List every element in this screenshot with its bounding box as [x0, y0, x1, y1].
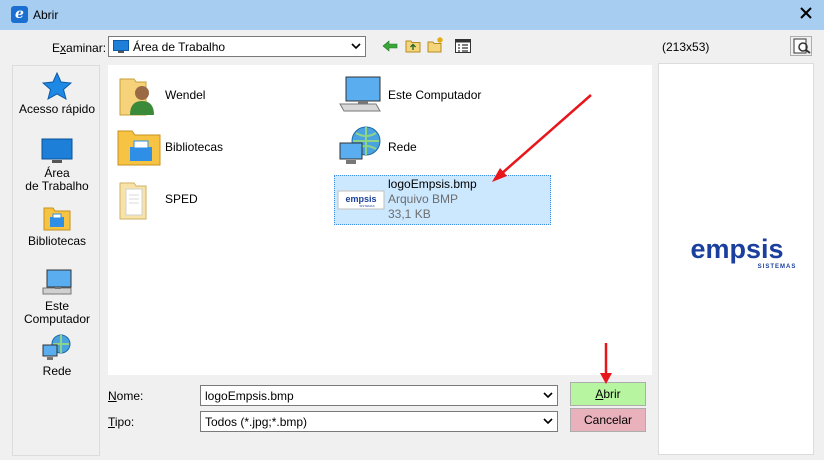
item-name: Bibliotecas [165, 140, 224, 154]
file-list: Wendel Este Computador Bibliotecas Rede … [108, 65, 652, 375]
user-folder-icon [119, 78, 154, 116]
file-name-combobox[interactable]: logoEmpsis.bmp [200, 385, 558, 406]
place-label: Acesso rápido [18, 102, 96, 116]
file-type-combobox[interactable]: Todos (*.jpg;*.bmp) [200, 411, 558, 432]
place-network[interactable]: Rede [13, 334, 101, 378]
svg-text:SISTEMAS: SISTEMAS [359, 204, 374, 208]
preview-toggle-button[interactable] [790, 36, 812, 56]
open-dialog: Examinar: Área de Trabalho Acesso rápido… [0, 30, 824, 460]
svg-text:empsis: empsis [690, 234, 783, 264]
place-label: Rede [42, 364, 72, 378]
place-quick-access[interactable]: Acesso rápido [13, 72, 101, 116]
preview-pane: empsis SISTEMAS [658, 63, 814, 455]
item-name: SPED [165, 192, 198, 206]
list-item-sped[interactable]: SPED [116, 175, 316, 223]
libraries-folder-icon [117, 130, 161, 166]
close-icon [800, 7, 812, 19]
look-in-dropdown-arrow[interactable] [347, 37, 365, 56]
place-label: de Trabalho [25, 179, 89, 193]
file-name-value[interactable]: logoEmpsis.bmp [205, 389, 294, 403]
places-bar: Acesso rápido Área de Trabalho Bibliotec… [12, 65, 100, 456]
place-label: Bibliotecas [27, 234, 87, 248]
preview-icon [793, 38, 811, 54]
place-desktop[interactable]: Área de Trabalho [13, 138, 101, 193]
desktop-small-icon [113, 40, 129, 53]
place-label: Este Computador [23, 299, 91, 326]
item-size: 33,1 KB [388, 207, 431, 221]
libraries-icon [43, 207, 71, 231]
list-item-libraries[interactable]: Bibliotecas [116, 123, 316, 171]
look-in-combobox[interactable]: Área de Trabalho [108, 36, 366, 57]
details-view-icon [455, 39, 471, 53]
look-in-label: Examinar: [52, 41, 107, 55]
file-type-dropdown-arrow[interactable] [539, 412, 557, 431]
view-menu-button[interactable] [455, 39, 473, 57]
folder-icon [119, 182, 147, 220]
look-in-value: Área de Trabalho [133, 40, 226, 54]
list-item-this-pc[interactable]: Este Computador [336, 71, 556, 119]
cancel-button[interactable]: Cancelar [570, 408, 646, 432]
bmp-thumbnail-icon: empsis SISTEMAS [337, 190, 385, 210]
up-folder-button[interactable] [405, 38, 423, 56]
window-title: Abrir [33, 8, 59, 22]
svg-text:empsis: empsis [345, 194, 376, 204]
network-icon [42, 334, 71, 360]
star-icon [42, 72, 72, 100]
desktop-icon [41, 138, 73, 163]
back-arrow-icon [382, 40, 398, 52]
computer-icon [42, 269, 72, 295]
computer-icon [339, 76, 381, 112]
new-folder-icon [427, 37, 443, 53]
back-button[interactable] [382, 39, 400, 57]
file-name-label: Nome: [108, 389, 144, 403]
empsis-logo: empsis SISTEMAS [690, 234, 797, 270]
network-icon [339, 126, 381, 164]
chevron-down-icon [543, 392, 553, 399]
new-folder-button[interactable] [427, 36, 445, 54]
preview-dimensions: (213x53) [662, 40, 710, 54]
svg-text:SISTEMAS: SISTEMAS [758, 264, 797, 270]
item-name: Rede [388, 140, 417, 154]
item-name: Este Computador [388, 88, 482, 102]
place-this-pc[interactable]: Este Computador [13, 269, 101, 326]
title-bar: e Abrir [0, 0, 824, 30]
list-item-network[interactable]: Rede [336, 123, 556, 171]
item-name: logoEmpsis.bmp [388, 177, 477, 191]
app-icon: e [11, 6, 28, 23]
open-button[interactable]: Abrir [570, 382, 646, 406]
file-type-value: Todos (*.jpg;*.bmp) [205, 415, 308, 429]
chevron-down-icon [543, 418, 553, 425]
up-folder-icon [405, 40, 421, 53]
list-item-wendel[interactable]: Wendel [116, 71, 316, 119]
place-libraries[interactable]: Bibliotecas [13, 204, 101, 248]
item-type: Arquivo BMP [388, 192, 459, 206]
chevron-down-icon [351, 43, 361, 50]
file-type-label: Tipo: [108, 415, 135, 429]
close-button[interactable] [794, 2, 818, 24]
item-name: Wendel [165, 88, 206, 102]
list-item-logo-bmp[interactable]: empsis SISTEMAS logoEmpsis.bmp Arquivo B… [334, 175, 551, 225]
file-name-dropdown-arrow[interactable] [539, 386, 557, 405]
